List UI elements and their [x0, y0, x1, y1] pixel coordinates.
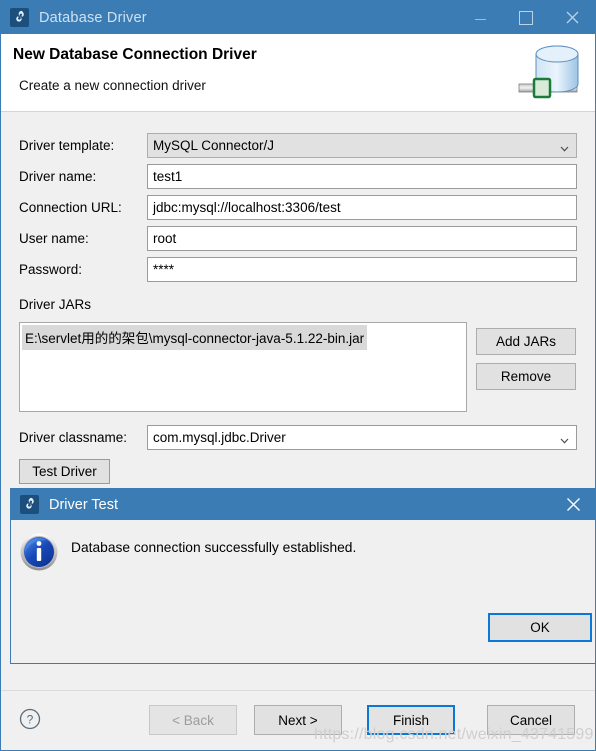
- window-titlebar: Database Driver: [1, 1, 595, 34]
- finish-button[interactable]: Finish: [367, 705, 455, 735]
- page-subtitle: Create a new connection driver: [19, 78, 206, 93]
- dialog-titlebar: Driver Test: [11, 489, 595, 520]
- driver-name-input[interactable]: test1: [147, 164, 577, 189]
- close-icon[interactable]: [551, 489, 595, 520]
- password-value: ****: [153, 262, 175, 277]
- driver-template-value: MySQL Connector/J: [153, 138, 275, 153]
- page-title: New Database Connection Driver: [13, 46, 257, 63]
- minimize-icon[interactable]: [457, 1, 503, 34]
- remove-jars-button[interactable]: Remove: [476, 363, 576, 390]
- driver-jars-group-label: Driver JARs: [19, 297, 92, 312]
- maximize-icon[interactable]: [503, 1, 549, 34]
- label-password: Password:: [19, 262, 83, 277]
- window-controls: [457, 1, 595, 34]
- list-item[interactable]: E:\servlet用的的架包\mysql-connector-java-5.1…: [22, 325, 368, 350]
- connection-url-value: jdbc:mysql://localhost:3306/test: [153, 200, 341, 215]
- add-jars-button[interactable]: Add JARs: [476, 328, 576, 355]
- back-button[interactable]: < Back: [149, 705, 237, 735]
- help-question-icon[interactable]: ?: [19, 708, 41, 730]
- form-row-user-name: User name: root: [19, 226, 577, 251]
- driver-classname-value: com.mysql.jdbc.Driver: [153, 430, 286, 445]
- dialog-message: Database connection successfully establi…: [71, 540, 357, 555]
- screenshot-root: Database Driver New Database Connection …: [0, 0, 596, 751]
- chevron-down-icon: [560, 433, 569, 444]
- next-button[interactable]: Next >: [254, 705, 342, 735]
- connection-url-input[interactable]: jdbc:mysql://localhost:3306/test: [147, 195, 577, 220]
- close-icon[interactable]: [549, 1, 595, 34]
- label-connection-url: Connection URL:: [19, 200, 122, 215]
- eclipse-datatools-icon: [20, 495, 39, 514]
- dialog-title: Driver Test: [49, 496, 119, 513]
- test-driver-button[interactable]: Test Driver: [19, 459, 110, 484]
- driver-name-value: test1: [153, 169, 183, 184]
- window-title: Database Driver: [39, 9, 147, 26]
- password-input[interactable]: ****: [147, 257, 577, 282]
- driver-test-dialog: Driver Test Database connection successf…: [10, 488, 596, 664]
- svg-text:?: ?: [27, 713, 34, 727]
- form-row-driver-classname: Driver classname: com.mysql.jdbc.Driver: [19, 425, 577, 450]
- form-row-password: Password: ****: [19, 257, 577, 282]
- wizard-header: New Database Connection Driver Create a …: [1, 34, 595, 112]
- label-user-name: User name:: [19, 231, 89, 246]
- user-name-value: root: [153, 231, 177, 246]
- info-icon: [19, 532, 59, 572]
- form-row-driver-name: Driver name: test1: [19, 164, 577, 189]
- driver-classname-combo[interactable]: com.mysql.jdbc.Driver: [147, 425, 577, 450]
- label-driver-classname: Driver classname:: [19, 430, 128, 445]
- chevron-down-icon: [560, 141, 569, 152]
- driver-jars-list[interactable]: E:\servlet用的的架包\mysql-connector-java-5.1…: [19, 322, 467, 412]
- user-name-input[interactable]: root: [147, 226, 577, 251]
- cancel-button[interactable]: Cancel: [487, 705, 575, 735]
- label-driver-template: Driver template:: [19, 138, 115, 153]
- form-row-connection-url: Connection URL: jdbc:mysql://localhost:3…: [19, 195, 577, 220]
- eclipse-datatools-icon: [10, 8, 29, 27]
- ok-button[interactable]: OK: [488, 613, 592, 642]
- form-row-driver-template: Driver template: MySQL Connector/J: [19, 133, 577, 158]
- database-cylinder-icon: [501, 34, 589, 112]
- driver-template-combo[interactable]: MySQL Connector/J: [147, 133, 577, 158]
- label-driver-name: Driver name:: [19, 169, 97, 184]
